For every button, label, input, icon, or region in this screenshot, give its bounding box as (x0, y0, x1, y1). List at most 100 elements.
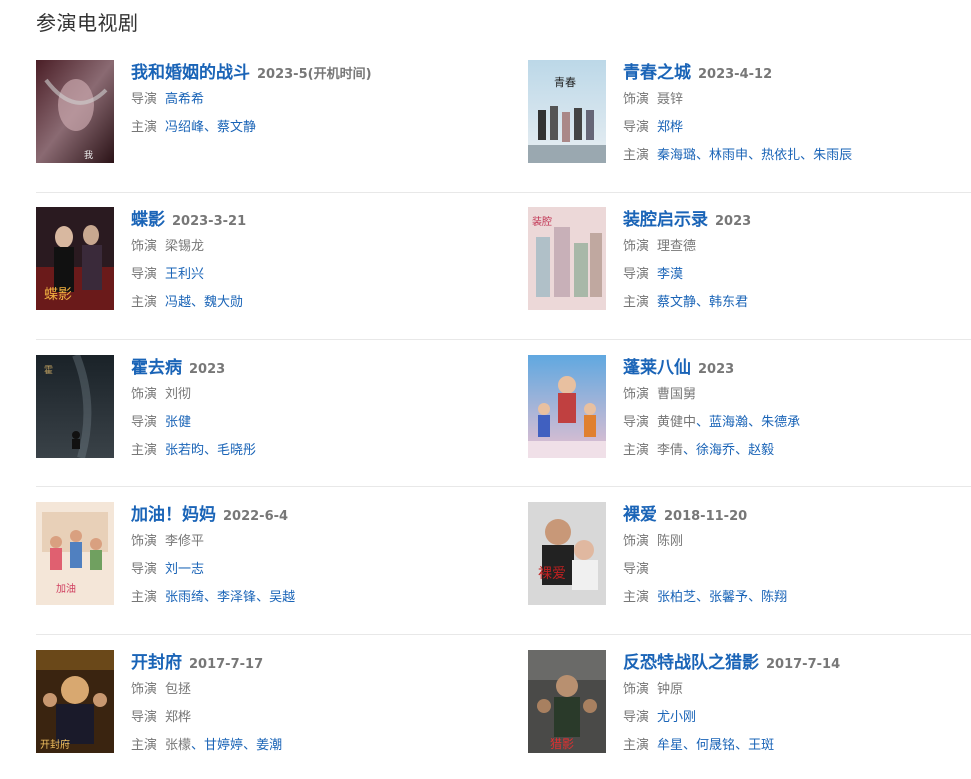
person-link[interactable]: 张柏芝 (657, 590, 696, 605)
svg-text:霍: 霍 (44, 365, 53, 376)
person-link[interactable]: 秦海璐 (657, 148, 696, 163)
person-link[interactable]: 韩东君 (709, 295, 748, 310)
role-name: 李修平 (165, 534, 205, 549)
credit-label: 饰演 (131, 239, 158, 254)
person-link[interactable]: 毛晓彤 (217, 443, 256, 458)
person-link[interactable]: 姜潮 (256, 738, 282, 753)
credit-row: 饰演 李修平 (131, 528, 295, 556)
person-link[interactable]: 张若昀 (165, 443, 204, 458)
person-link[interactable]: 热依扎 (761, 148, 800, 163)
drama-title-link[interactable]: 蝶影 (131, 210, 165, 230)
credit-row: 导演 王利兴 (131, 261, 246, 289)
section-title: 参演电视剧 (36, 11, 139, 35)
person-link[interactable]: 刘一志 (165, 562, 204, 577)
poster-image[interactable]: 青春 (528, 60, 606, 163)
person-link[interactable]: 冯越 (165, 295, 191, 310)
drama-info: 开封府 2017-7-17 饰演 包拯 导演 郑桦 主演 张檬、甘婷婷、姜潮 (131, 650, 282, 760)
person-link[interactable]: 魏大勋 (204, 295, 243, 310)
drama-title-link[interactable]: 青春之城 (623, 63, 691, 83)
drama-title-link[interactable]: 霍去病 (131, 358, 182, 378)
person-link[interactable]: 冯绍峰 (165, 120, 204, 135)
credit-label: 饰演 (131, 534, 158, 549)
poster-image[interactable]: 我 (36, 60, 114, 163)
person-link[interactable]: 朱德承 (761, 415, 800, 430)
drama-title-link[interactable]: 裸爱 (623, 505, 657, 525)
credit-label: 导演 (131, 562, 158, 577)
release-date: 2018-11-20 (664, 509, 748, 524)
person-link[interactable]: 何晟铭 (696, 738, 735, 753)
drama-title-link[interactable]: 反恐特战队之猎影 (623, 653, 759, 673)
poster-image[interactable] (528, 355, 606, 458)
poster-image[interactable]: 开封府 (36, 650, 114, 753)
drama-title-link[interactable]: 加油！妈妈 (131, 505, 216, 525)
person-link[interactable]: 朱雨辰 (813, 148, 852, 163)
credit-label: 主演 (131, 120, 158, 135)
credit-label: 导演 (623, 267, 650, 282)
person-link[interactable]: 林雨申 (709, 148, 748, 163)
separator: 、 (800, 148, 814, 163)
person-link[interactable]: 李漠 (657, 267, 683, 282)
drama-item: 猎影 反恐特战队之猎影 2017-7-14 饰演 钟原 导演 尤小刚 主演 牟星、何晟铭、王斑 (528, 650, 968, 760)
person-link[interactable]: 徐海乔 (696, 443, 735, 458)
separator: 、 (683, 443, 697, 458)
drama-title-link[interactable]: 开封府 (131, 653, 182, 673)
poster-image[interactable]: 猎影 (528, 650, 606, 753)
title-line: 加油！妈妈 2022-6-4 (131, 502, 295, 528)
person-link[interactable]: 张健 (165, 415, 191, 430)
person-name: 张檬 (165, 738, 192, 753)
person-link[interactable]: 赵毅 (748, 443, 774, 458)
person-link[interactable]: 李泽锋 (217, 590, 256, 605)
role-name: 理查德 (657, 239, 697, 254)
person-link[interactable]: 尤小刚 (657, 710, 696, 725)
credit-row: 主演 李倩、徐海乔、赵毅 (623, 437, 800, 465)
role-name: 聂锌 (657, 92, 684, 107)
credit-row: 导演 (623, 556, 787, 584)
title-line: 蓬莱八仙 2023 (623, 355, 800, 381)
separator: 、 (256, 590, 270, 605)
drama-info: 反恐特战队之猎影 2017-7-14 饰演 钟原 导演 尤小刚 主演 牟星、何晟铭、王斑 (623, 650, 840, 760)
drama-info: 霍去病 2023 饰演 刘彻 导演 张健 主演 张若昀、毛晓彤 (131, 355, 256, 465)
person-link[interactable]: 蔡文静 (217, 120, 256, 135)
separator: 、 (696, 295, 710, 310)
poster-image[interactable]: 霍 (36, 355, 114, 458)
person-link[interactable]: 郑桦 (657, 120, 683, 135)
person-link[interactable]: 蔡文静 (657, 295, 696, 310)
row-divider (36, 486, 971, 487)
drama-title-link[interactable]: 我和婚姻的战斗 (131, 63, 250, 83)
person-link[interactable]: 王利兴 (165, 267, 204, 282)
separator: 、 (735, 738, 749, 753)
credit-row: 主演 冯越、魏大勋 (131, 289, 246, 317)
credit-row: 导演 高希希 (131, 86, 372, 114)
separator: 、 (204, 443, 218, 458)
poster-image[interactable]: 加油 (36, 502, 114, 605)
person-link[interactable]: 张雨绮 (165, 590, 204, 605)
credit-label: 主演 (623, 443, 650, 458)
person-link[interactable]: 王斑 (748, 738, 774, 753)
separator: 、 (735, 443, 749, 458)
role-name: 包拯 (165, 682, 192, 697)
svg-text:青春: 青春 (554, 76, 576, 89)
drama-info: 加油！妈妈 2022-6-4 饰演 李修平 导演 刘一志 主演 张雨绮、李泽锋、吴越 (131, 502, 295, 612)
person-link[interactable]: 张馨予 (709, 590, 748, 605)
separator: 、 (204, 120, 218, 135)
poster-image[interactable]: 裸爱 (528, 502, 606, 605)
drama-title-link[interactable]: 蓬莱八仙 (623, 358, 691, 378)
drama-info: 装腔启示录 2023 饰演 理查德 导演 李漠 主演 蔡文静、韩东君 (623, 207, 751, 317)
release-date: 2023-5(开机时间) (257, 67, 372, 82)
credit-row: 主演 冯绍峰、蔡文静 (131, 114, 372, 142)
credit-row: 主演 张柏芝、张馨予、陈翔 (623, 584, 787, 612)
person-link[interactable]: 甘婷婷 (204, 738, 243, 753)
poster-image[interactable]: 装腔 (528, 207, 606, 310)
separator: 、 (748, 590, 762, 605)
credit-label: 饰演 (623, 239, 650, 254)
credit-row: 主演 张若昀、毛晓彤 (131, 437, 256, 465)
person-link[interactable]: 陈翔 (761, 590, 787, 605)
person-link[interactable]: 吴越 (269, 590, 295, 605)
poster-image[interactable]: 蝶影 (36, 207, 114, 310)
svg-text:蝶影: 蝶影 (44, 287, 72, 303)
credit-label: 饰演 (623, 682, 650, 697)
drama-title-link[interactable]: 装腔启示录 (623, 210, 708, 230)
person-link[interactable]: 高希希 (165, 92, 204, 107)
person-link[interactable]: 牟星 (657, 738, 683, 753)
person-link[interactable]: 蓝海瀚 (709, 415, 748, 430)
